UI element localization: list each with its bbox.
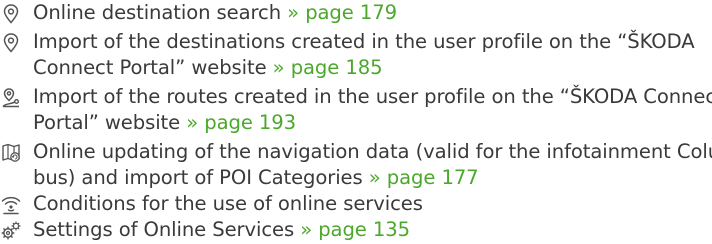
item-text: Conditions for the use of online service… xyxy=(33,192,423,215)
page-reference-link[interactable]: » page 193 xyxy=(186,111,296,134)
location-pin-icon xyxy=(0,3,22,25)
page-reference-link[interactable]: » page 179 xyxy=(287,1,397,24)
item-text: Online destination search xyxy=(33,1,282,24)
item-text-line-2: Portal” website xyxy=(33,111,181,134)
item-text-line-1: Import of the destinations created in th… xyxy=(33,30,695,53)
item-text-line-1: Online updating of the navigation data (… xyxy=(33,140,712,163)
route-pins-icon xyxy=(0,87,22,109)
page-reference-link[interactable]: » page 135 xyxy=(300,218,410,241)
page-reference-link[interactable]: » page 177 xyxy=(369,166,479,189)
item-text-line-2: Connect Portal” website xyxy=(33,56,267,79)
item-text-line-1: Import of the routes created in the user… xyxy=(33,85,712,108)
page-reference-link[interactable]: » page 185 xyxy=(273,56,383,79)
item-text: Settings of Online Services xyxy=(33,218,295,241)
map-update-icon xyxy=(0,142,22,164)
location-pin-icon xyxy=(0,32,22,54)
settings-gears-icon xyxy=(0,220,22,242)
online-signal-icon xyxy=(0,194,22,216)
item-text-line-2: bus) and import of POI Categories xyxy=(33,166,363,189)
